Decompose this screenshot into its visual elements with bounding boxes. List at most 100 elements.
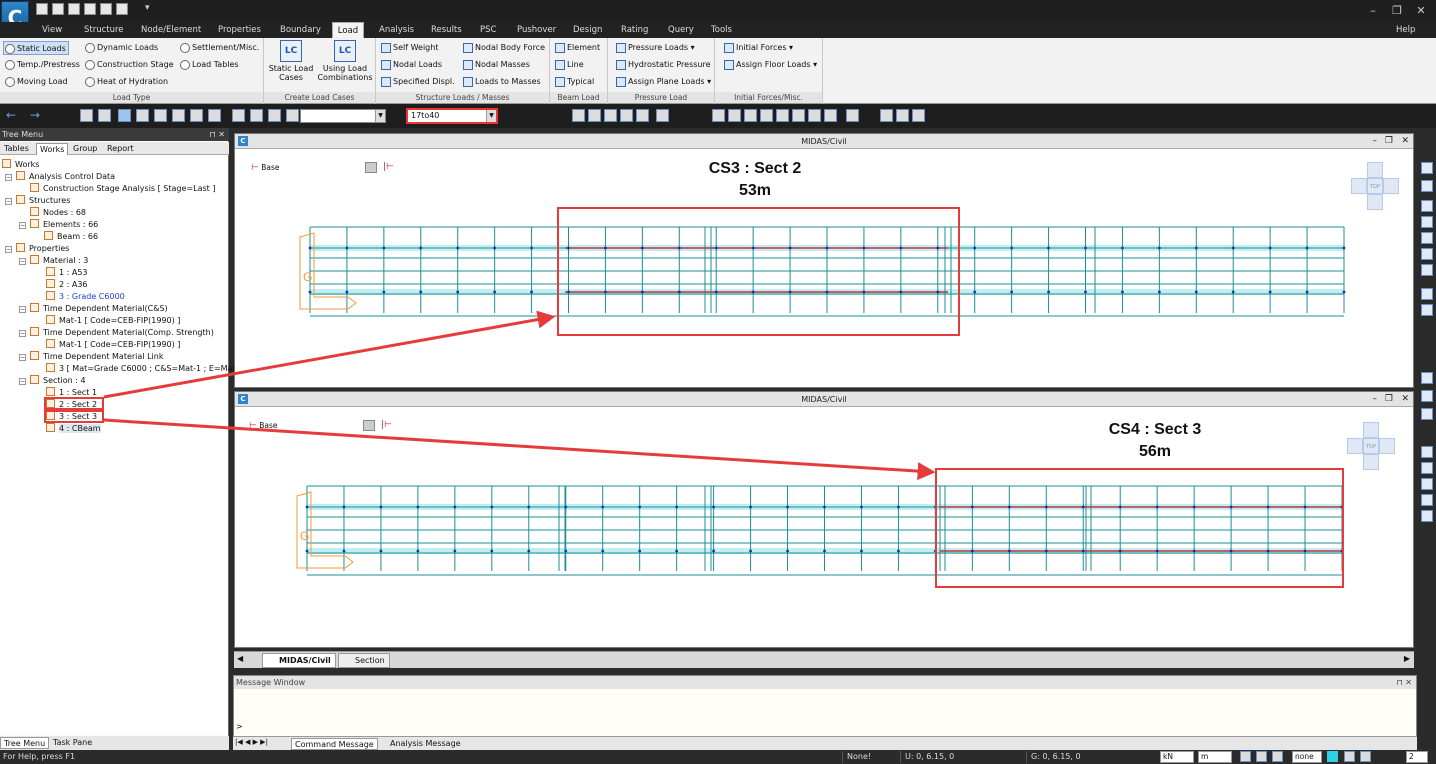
menu-psc[interactable]: PSC	[476, 22, 500, 38]
collapse-icon[interactable]: −	[19, 222, 26, 229]
print-preview-icon[interactable]	[116, 3, 128, 15]
toolbar-icon[interactable]	[880, 109, 893, 122]
restore-icon[interactable]: ❐	[1385, 134, 1393, 149]
menu-boundary[interactable]: Boundary	[276, 22, 325, 38]
toolbar-icon[interactable]	[656, 109, 669, 122]
heat-of-hydration-radio[interactable]: Heat of Hydration	[84, 75, 168, 89]
select-icon[interactable]	[118, 109, 131, 122]
view-icon[interactable]	[1421, 200, 1433, 212]
view-icon[interactable]	[1421, 162, 1433, 174]
beam-line-button[interactable]: Line	[554, 58, 584, 72]
collapse-icon[interactable]: −	[19, 354, 26, 361]
tree-node-tdm-strength[interactable]: Time Dependent Material(Comp. Strength)	[30, 327, 214, 339]
toolbar-icon[interactable]	[776, 109, 789, 122]
tree-node-tdm-strength-item[interactable]: Mat-1 [ Code=CEB-FIP(1990) ]	[46, 339, 180, 351]
tree-node-beam[interactable]: Beam : 66	[44, 231, 98, 243]
toolbar-icon[interactable]	[760, 109, 773, 122]
load-tables-radio[interactable]: Load Tables	[179, 58, 239, 72]
restore-icon[interactable]: ❐	[1385, 392, 1393, 407]
tree-node-tdm-cs-item[interactable]: Mat-1 [ Code=CEB-FIP(1990) ]	[46, 315, 180, 327]
view-icon[interactable]	[1421, 304, 1433, 316]
beam-element-button[interactable]: Element	[554, 41, 600, 55]
collapse-icon[interactable]: −	[19, 378, 26, 385]
toolbar-icon[interactable]	[268, 109, 281, 122]
tree-node-nodes[interactable]: Nodes : 68	[30, 207, 86, 219]
length-unit-select[interactable]: m	[1198, 751, 1232, 763]
zoom-icon[interactable]	[1421, 462, 1433, 474]
tree-node-analysis-control[interactable]: Analysis Control Data	[16, 171, 115, 183]
zoom-icon[interactable]	[1421, 408, 1433, 420]
scroll-left-icon[interactable]: ◀	[237, 654, 243, 663]
force-unit-select[interactable]: kN	[1160, 751, 1194, 763]
collapse-icon[interactable]: −	[19, 258, 26, 265]
print-icon[interactable]	[100, 3, 112, 15]
help-button[interactable]: Help	[1392, 22, 1419, 38]
nodal-loads-button[interactable]: Nodal Loads	[380, 58, 442, 72]
assign-plane-loads-button[interactable]: Assign Plane Loads ▾	[615, 75, 711, 89]
zoom-icon[interactable]	[1421, 390, 1433, 402]
pin-icon[interactable]: ⊓ ✕	[210, 128, 226, 141]
tree-node-material-2[interactable]: 2 : A36	[46, 279, 88, 291]
minimize-icon[interactable]: –	[1373, 134, 1378, 149]
tree-node-works[interactable]: Works	[2, 159, 39, 171]
menu-analysis[interactable]: Analysis	[375, 22, 418, 38]
view-icon[interactable]	[1421, 216, 1433, 228]
toolbar-icon[interactable]	[728, 109, 741, 122]
page-input[interactable]: 2	[1406, 751, 1428, 763]
toolbar-icon[interactable]	[620, 109, 633, 122]
toolbar-icon[interactable]	[896, 109, 909, 122]
tree-node-properties[interactable]: Properties	[16, 243, 69, 255]
bridge-model-drawing[interactable]: G	[235, 150, 1413, 388]
zoom-icon[interactable]	[1421, 510, 1433, 522]
view-icon[interactable]	[1421, 288, 1433, 300]
tree-node-cs-analysis[interactable]: Construction Stage Analysis [ Stage=Last…	[30, 183, 215, 195]
color-icon[interactable]	[1327, 751, 1338, 762]
save-as-icon[interactable]	[84, 3, 96, 15]
zoom-icon[interactable]	[1421, 494, 1433, 506]
toolbar-icon[interactable]	[232, 109, 245, 122]
menu-pushover[interactable]: Pushover	[513, 22, 560, 38]
nodal-body-force-button[interactable]: Nodal Body Force	[462, 41, 545, 55]
redo-icon[interactable]: →	[30, 108, 40, 122]
dynamic-loads-radio[interactable]: Dynamic Loads	[84, 41, 158, 55]
view-icon[interactable]	[1421, 248, 1433, 260]
zoom-icon[interactable]	[1421, 446, 1433, 458]
using-load-combinations-button[interactable]: LC Using Load Combinations	[316, 40, 374, 82]
specified-displ-button[interactable]: Specified Displ.	[380, 75, 455, 89]
toolbar-icon[interactable]	[190, 109, 203, 122]
menu-rating[interactable]: Rating	[617, 22, 652, 38]
menu-view[interactable]: View	[38, 22, 66, 38]
hydrostatic-pressure-button[interactable]: Hydrostatic Pressure	[615, 58, 711, 72]
toggle-icon[interactable]	[1344, 751, 1355, 762]
open-file-icon[interactable]	[52, 3, 64, 15]
temp-prestress-radio[interactable]: Temp./Prestress	[4, 58, 80, 72]
static-load-cases-button[interactable]: LC Static Load Cases	[268, 40, 314, 82]
tree-node-elements[interactable]: Elements : 66	[30, 219, 98, 231]
load-case-select[interactable]: ▼	[300, 109, 386, 123]
bridge-model-drawing[interactable]: G	[235, 408, 1413, 648]
assign-floor-loads-button[interactable]: Assign Floor Loads ▾	[723, 58, 817, 72]
command-prompt[interactable]: >	[236, 722, 243, 731]
initial-forces-button[interactable]: Initial Forces ▾	[723, 41, 793, 55]
moving-load-radio[interactable]: Moving Load	[4, 75, 68, 89]
tree-node-structures[interactable]: Structures	[16, 195, 70, 207]
nodal-masses-button[interactable]: Nodal Masses	[462, 58, 530, 72]
toolbar-icon[interactable]	[98, 109, 111, 122]
close-icon[interactable]: ✕	[1414, 4, 1428, 17]
toolbar-icon[interactable]	[572, 109, 585, 122]
pin-icon[interactable]: ⊓ ✕	[1397, 676, 1413, 689]
minimize-icon[interactable]: –	[1366, 4, 1380, 17]
menu-properties[interactable]: Properties	[214, 22, 265, 38]
menu-load[interactable]: Load	[332, 22, 364, 38]
model-view-1[interactable]: C MIDAS/Civil – ❐ ✕ ⊢ Base |⊢ CS3 : Sect…	[234, 133, 1414, 388]
close-icon[interactable]: ✕	[1401, 134, 1409, 149]
toolbar-icon[interactable]	[824, 109, 837, 122]
snap-icon[interactable]	[1256, 751, 1267, 762]
tree-node-section[interactable]: Section : 4	[30, 375, 86, 387]
toolbar-icon[interactable]	[912, 109, 925, 122]
tree-node-tdm-cs[interactable]: Time Dependent Material(C&S)	[30, 303, 168, 315]
toolbar-icon[interactable]	[846, 109, 859, 122]
view-icon[interactable]	[1421, 232, 1433, 244]
toolbar-icon[interactable]	[80, 109, 93, 122]
toolbar-icon[interactable]	[588, 109, 601, 122]
